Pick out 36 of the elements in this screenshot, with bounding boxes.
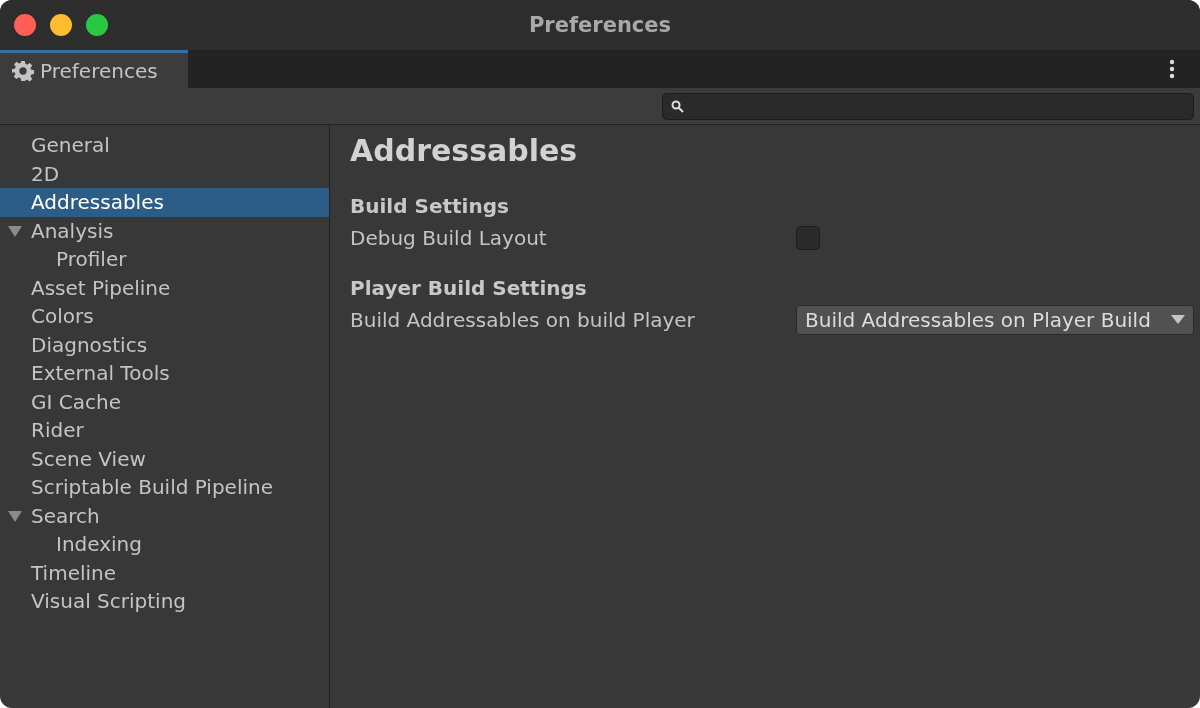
sidebar-item[interactable]: Scriptable Build Pipeline [0, 473, 329, 502]
sidebar-item[interactable]: GI Cache [0, 387, 329, 416]
sidebar-item[interactable]: General [0, 131, 329, 160]
sidebar-item[interactable]: Profiler [0, 245, 329, 274]
caret-icon [1171, 315, 1185, 325]
tab[interactable]: Preferences [0, 50, 188, 88]
sidebar-item[interactable]: Indexing [0, 530, 329, 559]
minimize-button[interactable] [50, 14, 72, 36]
more-options-icon[interactable] [1169, 59, 1175, 79]
sidebar-item[interactable]: Rider [0, 416, 329, 445]
search-icon [671, 99, 684, 113]
sidebar-item[interactable]: Search [0, 501, 329, 530]
zoom-button[interactable] [86, 14, 108, 36]
search-field[interactable] [662, 92, 1194, 120]
close-button[interactable] [14, 14, 36, 36]
section-heading: Build Settings [350, 194, 510, 218]
sidebar-item[interactable]: Timeline [0, 558, 329, 587]
sidebar-item[interactable]: External Tools [0, 359, 329, 388]
page-title: Addressables [350, 133, 579, 168]
checkbox[interactable] [796, 226, 820, 250]
sidebar-item[interactable]: Analysis [0, 216, 329, 245]
sidebar-item[interactable]: Addressables [0, 188, 329, 217]
sidebar-item[interactable]: Scene View [0, 444, 329, 473]
window-title: Preferences [528, 13, 672, 37]
expanded-triangle-icon[interactable] [8, 509, 22, 522]
sidebar-item[interactable]: Diagnostics [0, 330, 329, 359]
field-label: Debug Build Layout [350, 226, 548, 250]
section-heading: Player Build Settings [350, 276, 588, 300]
dropdown[interactable]: Build Addressables on Player Build [796, 305, 1194, 335]
gear-icon [12, 59, 34, 82]
expanded-triangle-icon[interactable] [8, 224, 22, 237]
sidebar-item[interactable]: Asset Pipeline [0, 273, 329, 302]
sidebar-item[interactable]: 2D [0, 159, 329, 188]
field-label: Build Addressables on build Player [350, 308, 696, 332]
sidebar-item[interactable]: Visual Scripting [0, 587, 329, 616]
sidebar-item[interactable]: Colors [0, 302, 329, 331]
